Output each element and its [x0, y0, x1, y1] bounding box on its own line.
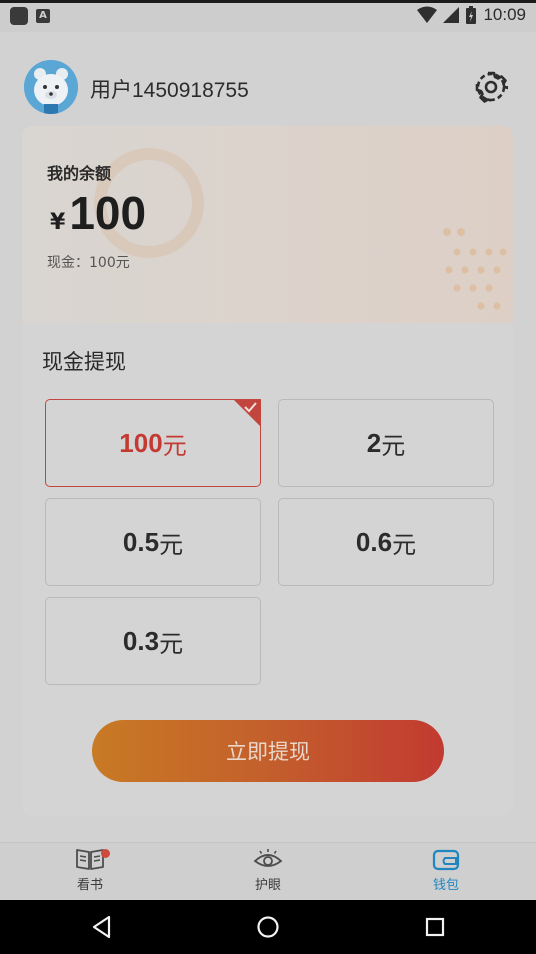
status-bar-right: 10:09: [417, 5, 526, 25]
status-bar: A 10:09: [0, 0, 536, 32]
system-nav-bar: [0, 900, 536, 954]
nav-item-eye-care[interactable]: 护眼: [218, 847, 318, 899]
withdraw-option-0-3[interactable]: 0.3 元: [45, 597, 261, 685]
selected-check-icon: [233, 399, 261, 427]
option-amount: 2: [366, 427, 382, 458]
username: 用户1450918755: [90, 79, 249, 102]
battery-icon: [466, 6, 477, 24]
option-unit: 元: [159, 530, 184, 559]
back-icon[interactable]: [89, 914, 115, 940]
option-unit: 元: [162, 431, 187, 460]
bottom-nav: 看书 护眼 钱包: [0, 842, 536, 900]
nav-item-read[interactable]: 看书: [40, 847, 140, 899]
polar-bear-avatar-icon: [24, 60, 78, 114]
decorative-stars-icon: [443, 228, 507, 310]
option-unit: 元: [381, 431, 406, 460]
wallet-card: 我的余额 ¥ 100 现金：100元 现金提现 100 元 2 元 0.5 元 …: [22, 126, 513, 816]
notification-square-icon: [10, 7, 28, 25]
option-amount: 0.5: [122, 526, 160, 557]
option-amount: 100: [119, 427, 163, 458]
option-unit: 元: [159, 629, 184, 658]
balance-value: 100: [69, 187, 147, 239]
profile-header: 用户1450918755: [0, 32, 536, 127]
avatar[interactable]: [24, 60, 78, 114]
top-edge: [0, 0, 536, 3]
wallet-screen: A 10:09 用户1450918755 我的余额 ¥ 100 现金：100元 …: [0, 0, 536, 954]
withdraw-section-title: 现金提现: [42, 350, 126, 374]
withdraw-option-100[interactable]: 100 元: [45, 399, 261, 487]
option-amount: 0.3: [122, 625, 160, 656]
currency-symbol: ¥: [50, 210, 66, 235]
withdraw-option-2[interactable]: 2 元: [278, 399, 494, 487]
keyboard-a-icon: A: [36, 9, 50, 23]
wifi-icon: [417, 6, 438, 23]
nav-item-wallet[interactable]: 钱包: [396, 847, 496, 899]
nav-label: 护眼: [254, 878, 281, 893]
status-time: 10:09: [483, 5, 526, 24]
balance-panel: 我的余额 ¥ 100 现金：100元: [22, 126, 513, 323]
gear-icon[interactable]: [474, 70, 508, 104]
cash-balance-label: 现金：100元: [47, 255, 130, 271]
option-amount: 0.6: [355, 526, 393, 557]
nav-label: 钱包: [432, 878, 459, 893]
signal-icon: [443, 7, 460, 23]
home-icon[interactable]: [255, 914, 281, 940]
eye-icon: [253, 849, 283, 867]
balance-amount: ¥ 100: [50, 186, 146, 240]
option-unit: 元: [392, 530, 417, 559]
unread-badge: [101, 849, 110, 858]
status-bar-left: A: [10, 7, 50, 25]
balance-title: 我的余额: [47, 164, 112, 183]
withdraw-option-0-5[interactable]: 0.5 元: [45, 498, 261, 586]
withdraw-now-button[interactable]: 立即提现: [92, 720, 444, 782]
wallet-icon: [432, 849, 460, 871]
withdraw-option-0-6[interactable]: 0.6 元: [278, 498, 494, 586]
recents-icon[interactable]: [422, 914, 448, 940]
nav-label: 看书: [76, 878, 103, 893]
